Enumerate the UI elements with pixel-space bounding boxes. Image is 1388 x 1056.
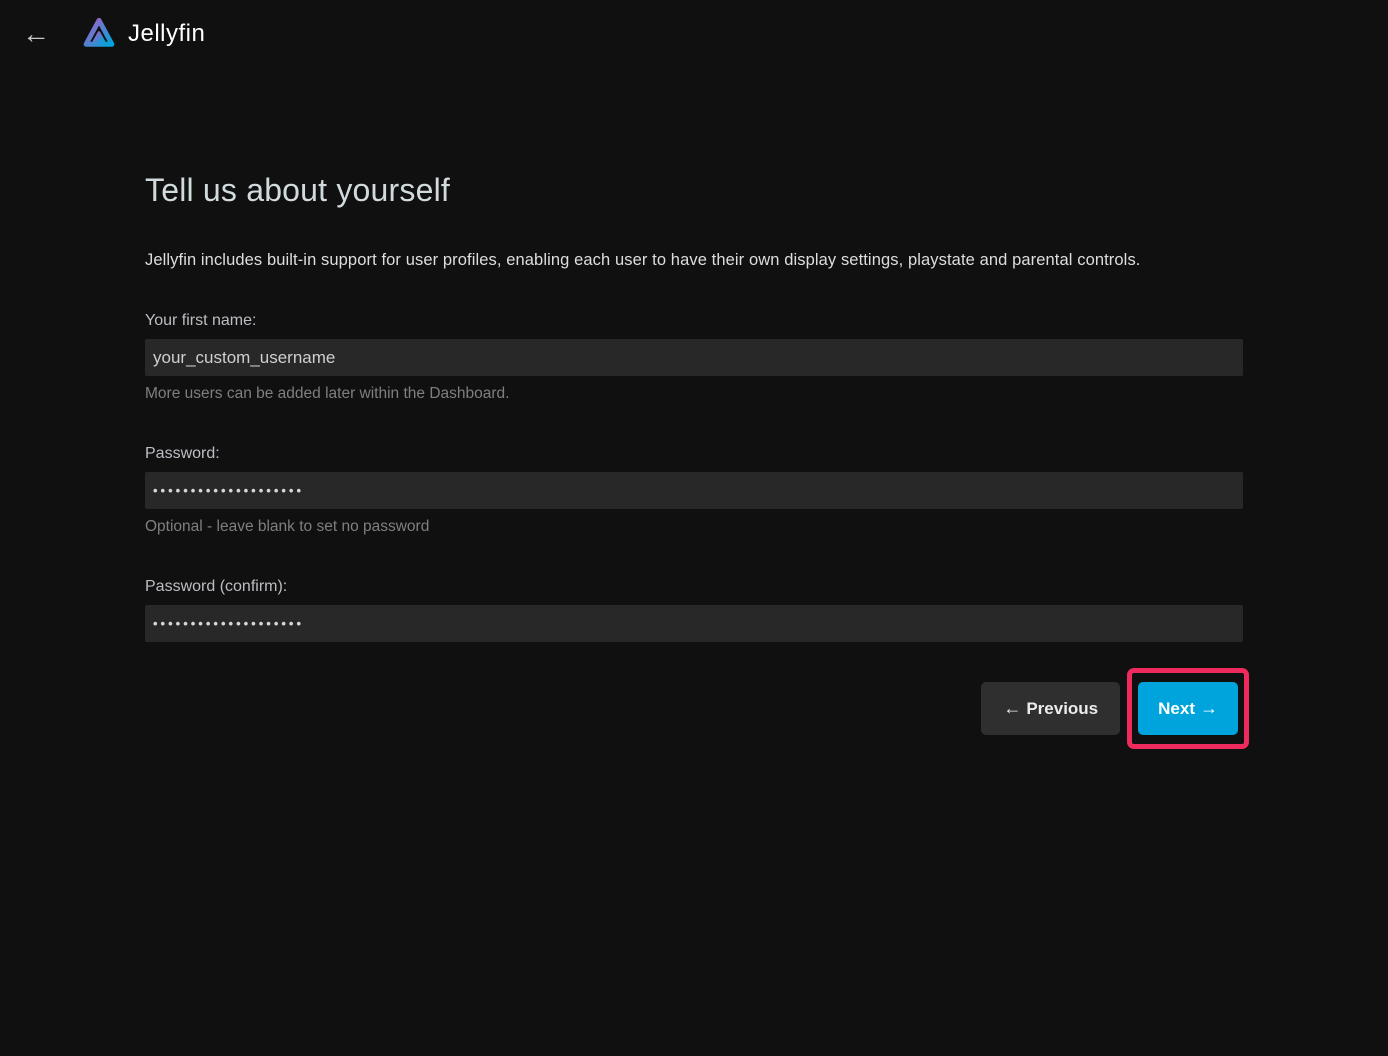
- password-confirm-input[interactable]: [145, 605, 1243, 642]
- password-label: Password:: [145, 445, 1243, 463]
- username-field-group: Your first name: More users can be added…: [145, 312, 1243, 403]
- password-confirm-field-group: Password (confirm):: [145, 578, 1243, 642]
- jellyfin-logo: Jellyfin: [80, 15, 205, 53]
- username-helper-text: More users can be added later within the…: [145, 385, 1243, 403]
- password-input[interactable]: [145, 472, 1243, 509]
- arrow-right-icon: →: [1200, 698, 1218, 719]
- app-header: ← Jellyfin: [0, 0, 1388, 68]
- page-description: Jellyfin includes built-in support for u…: [145, 251, 1243, 270]
- app-title: Jellyfin: [128, 20, 205, 48]
- back-button[interactable]: ←: [16, 14, 56, 54]
- arrow-back-icon: ←: [22, 18, 50, 49]
- username-label: Your first name:: [145, 312, 1243, 330]
- password-helper-text: Optional - leave blank to set no passwor…: [145, 518, 1243, 536]
- next-button-label: Next: [1158, 699, 1195, 719]
- setup-wizard-page: Tell us about yourself Jellyfin includes…: [145, 68, 1243, 749]
- previous-button[interactable]: ← Previous: [981, 682, 1120, 735]
- wizard-buttons-row: ← Previous Next →: [145, 668, 1249, 749]
- jellyfin-logo-icon: [80, 15, 118, 53]
- username-input[interactable]: [145, 339, 1243, 376]
- password-confirm-label: Password (confirm):: [145, 578, 1243, 596]
- annotation-highlight-box: Next →: [1127, 668, 1249, 749]
- previous-button-label: Previous: [1026, 699, 1098, 719]
- arrow-left-icon: ←: [1003, 698, 1021, 719]
- page-title: Tell us about yourself: [145, 172, 1243, 209]
- next-button[interactable]: Next →: [1138, 682, 1238, 735]
- password-field-group: Password: Optional - leave blank to set …: [145, 445, 1243, 536]
